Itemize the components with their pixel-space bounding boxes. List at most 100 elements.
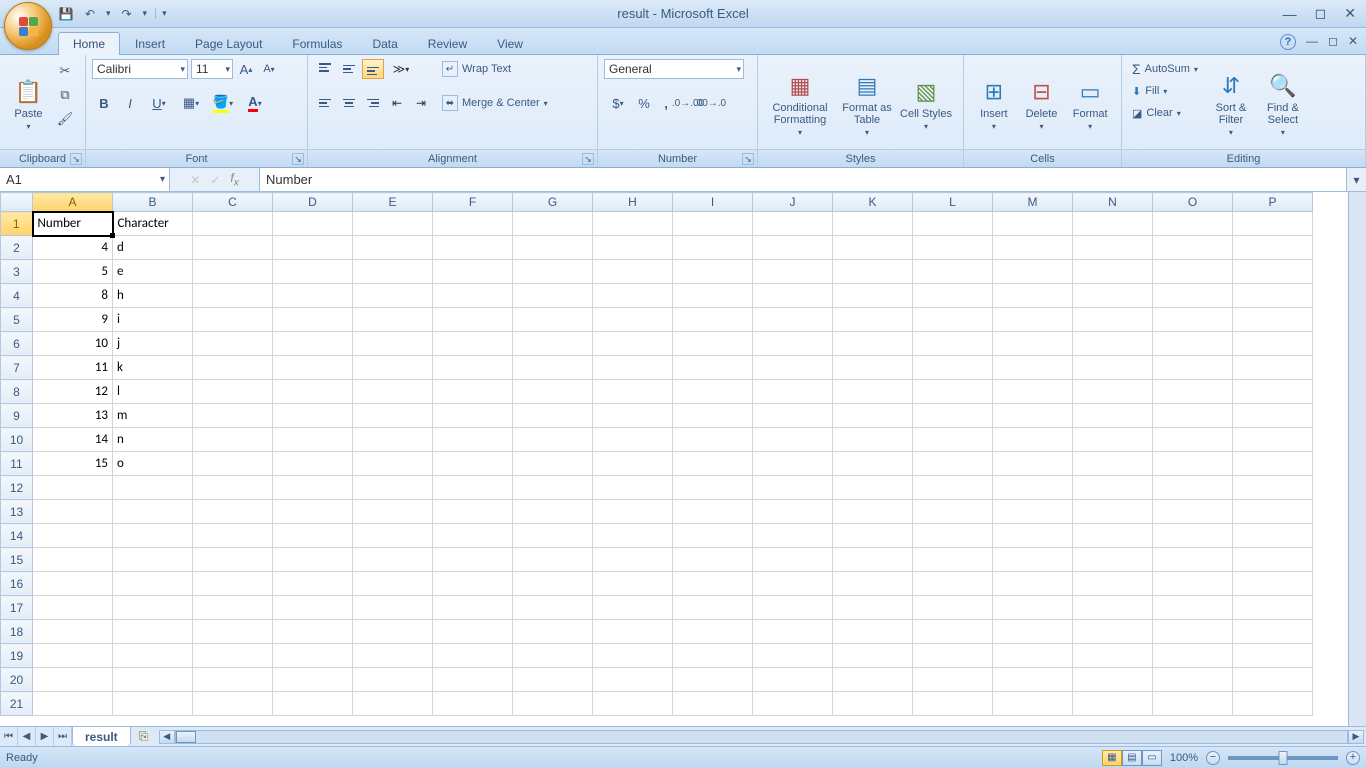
cell-K13[interactable] — [833, 500, 913, 524]
cell-O19[interactable] — [1153, 644, 1233, 668]
font-name-combo[interactable]: Calibri — [92, 59, 188, 79]
cell-K19[interactable] — [833, 644, 913, 668]
cell-A16[interactable] — [33, 572, 113, 596]
cell-K10[interactable] — [833, 428, 913, 452]
column-header-G[interactable]: G — [513, 193, 593, 212]
cell-M14[interactable] — [993, 524, 1073, 548]
cell-I5[interactable] — [673, 308, 753, 332]
expand-formula-bar-icon[interactable]: ▾ — [1346, 168, 1366, 191]
cell-H9[interactable] — [593, 404, 673, 428]
cell-E19[interactable] — [353, 644, 433, 668]
cell-I20[interactable] — [673, 668, 753, 692]
cell-J16[interactable] — [753, 572, 833, 596]
cell-L4[interactable] — [913, 284, 993, 308]
row-header-19[interactable]: 19 — [1, 644, 33, 668]
cell-F14[interactable] — [433, 524, 513, 548]
cell-D1[interactable] — [273, 212, 353, 236]
cell-C1[interactable] — [193, 212, 273, 236]
column-header-C[interactable]: C — [193, 193, 273, 212]
cell-E12[interactable] — [353, 476, 433, 500]
cell-L9[interactable] — [913, 404, 993, 428]
cell-I6[interactable] — [673, 332, 753, 356]
cell-N14[interactable] — [1073, 524, 1153, 548]
cell-M20[interactable] — [993, 668, 1073, 692]
cell-N6[interactable] — [1073, 332, 1153, 356]
cell-N10[interactable] — [1073, 428, 1153, 452]
help-icon[interactable]: ? — [1280, 34, 1296, 50]
cell-B20[interactable] — [113, 668, 193, 692]
column-header-M[interactable]: M — [993, 193, 1073, 212]
cell-C3[interactable] — [193, 260, 273, 284]
cell-D18[interactable] — [273, 620, 353, 644]
cell-J12[interactable] — [753, 476, 833, 500]
tab-insert[interactable]: Insert — [120, 32, 180, 55]
copy-icon[interactable]: ⧉ — [55, 85, 75, 105]
column-header-N[interactable]: N — [1073, 193, 1153, 212]
cancel-formula-icon[interactable]: ✕ — [190, 173, 200, 187]
cell-P9[interactable] — [1233, 404, 1313, 428]
merge-center-button[interactable]: ⬌Merge & Center ▾ — [438, 93, 552, 113]
cell-I15[interactable] — [673, 548, 753, 572]
cell-C16[interactable] — [193, 572, 273, 596]
page-break-view-button[interactable]: ▭ — [1142, 750, 1162, 766]
cell-L2[interactable] — [913, 236, 993, 260]
row-header-7[interactable]: 7 — [1, 356, 33, 380]
cell-H16[interactable] — [593, 572, 673, 596]
row-header-12[interactable]: 12 — [1, 476, 33, 500]
cell-A10[interactable]: 14 — [33, 428, 113, 452]
cell-C18[interactable] — [193, 620, 273, 644]
cell-O2[interactable] — [1153, 236, 1233, 260]
cell-C15[interactable] — [193, 548, 273, 572]
cell-M10[interactable] — [993, 428, 1073, 452]
cell-O8[interactable] — [1153, 380, 1233, 404]
cell-P10[interactable] — [1233, 428, 1313, 452]
cell-H21[interactable] — [593, 692, 673, 716]
cell-C5[interactable] — [193, 308, 273, 332]
cell-J10[interactable] — [753, 428, 833, 452]
cell-P2[interactable] — [1233, 236, 1313, 260]
cell-P12[interactable] — [1233, 476, 1313, 500]
cell-F15[interactable] — [433, 548, 513, 572]
column-header-P[interactable]: P — [1233, 193, 1313, 212]
conditional-formatting-button[interactable]: ▦Conditional Formatting▾ — [764, 59, 836, 149]
cell-O15[interactable] — [1153, 548, 1233, 572]
cell-D7[interactable] — [273, 356, 353, 380]
paste-button[interactable]: 📋 Paste ▾ — [6, 59, 51, 149]
cell-A13[interactable] — [33, 500, 113, 524]
cell-E14[interactable] — [353, 524, 433, 548]
cell-L16[interactable] — [913, 572, 993, 596]
cell-B9[interactable]: m — [113, 404, 193, 428]
cell-L12[interactable] — [913, 476, 993, 500]
tab-home[interactable]: Home — [58, 32, 120, 55]
font-color-button[interactable]: A▾ — [240, 93, 270, 113]
cell-D4[interactable] — [273, 284, 353, 308]
increase-indent-button[interactable]: ⇥ — [410, 93, 432, 113]
cell-I9[interactable] — [673, 404, 753, 428]
select-all-corner[interactable] — [1, 193, 33, 212]
cell-C6[interactable] — [193, 332, 273, 356]
cell-N7[interactable] — [1073, 356, 1153, 380]
decrease-indent-button[interactable]: ⇤ — [386, 93, 408, 113]
cell-M18[interactable] — [993, 620, 1073, 644]
cell-M8[interactable] — [993, 380, 1073, 404]
cell-L17[interactable] — [913, 596, 993, 620]
cell-B10[interactable]: n — [113, 428, 193, 452]
cell-O16[interactable] — [1153, 572, 1233, 596]
cell-M3[interactable] — [993, 260, 1073, 284]
row-header-18[interactable]: 18 — [1, 620, 33, 644]
delete-cells-button[interactable]: ⊟Delete▾ — [1018, 59, 1066, 149]
sheet-nav-last-icon[interactable]: ⏭ — [54, 727, 72, 747]
cell-N9[interactable] — [1073, 404, 1153, 428]
cell-I17[interactable] — [673, 596, 753, 620]
cell-G18[interactable] — [513, 620, 593, 644]
cell-F21[interactable] — [433, 692, 513, 716]
column-header-F[interactable]: F — [433, 193, 513, 212]
cell-N13[interactable] — [1073, 500, 1153, 524]
align-top-button[interactable] — [314, 59, 336, 79]
cell-N3[interactable] — [1073, 260, 1153, 284]
cell-P18[interactable] — [1233, 620, 1313, 644]
fill-button[interactable]: ⬇Fill ▾ — [1128, 81, 1202, 101]
row-header-5[interactable]: 5 — [1, 308, 33, 332]
vertical-scrollbar[interactable] — [1348, 192, 1366, 726]
cell-O5[interactable] — [1153, 308, 1233, 332]
